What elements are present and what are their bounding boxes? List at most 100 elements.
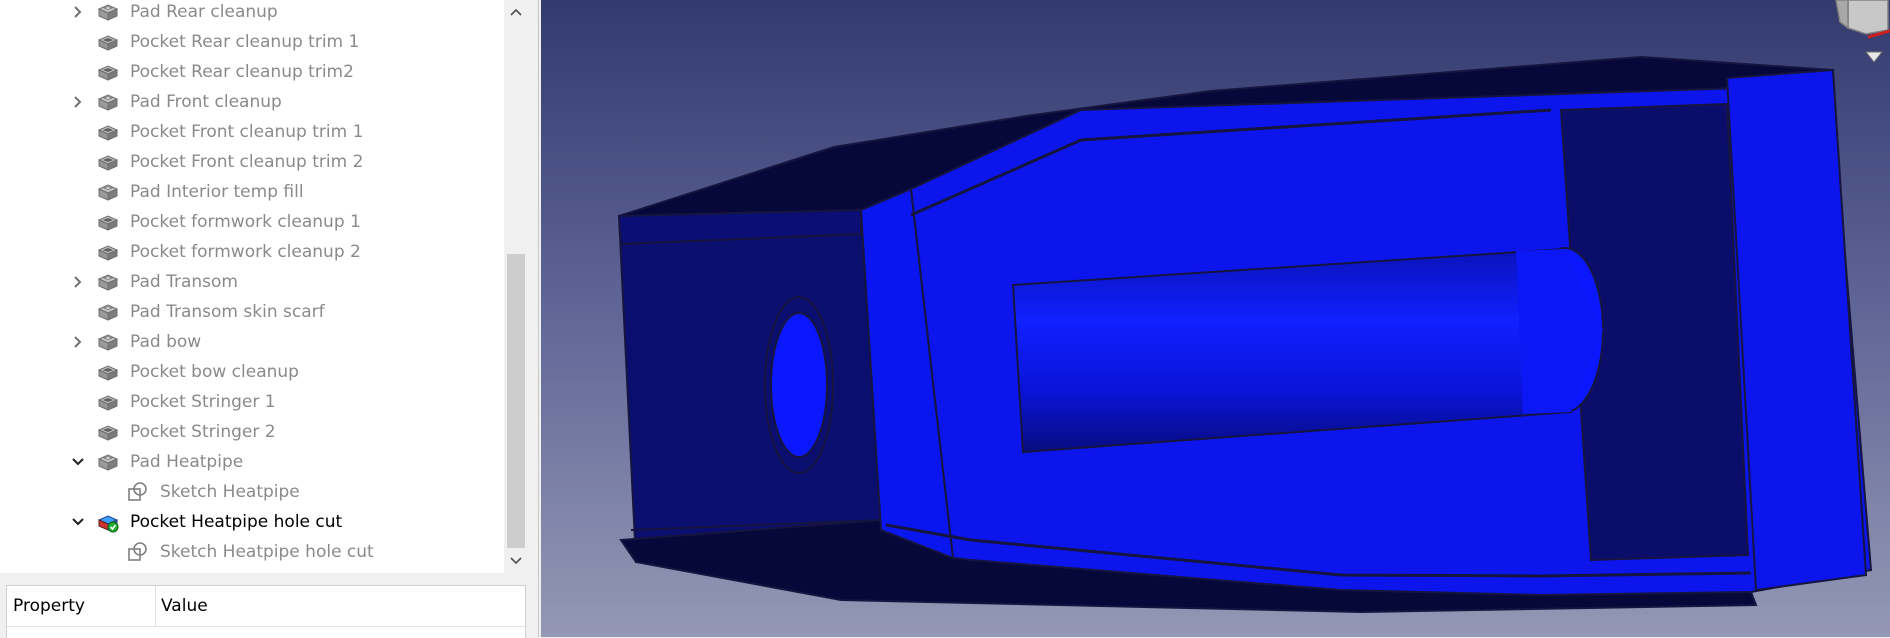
tree-item[interactable]: Sketch Heatpipe [0,477,504,507]
chevron-right-icon[interactable] [70,274,86,290]
tree-item-label: Pad Transom skin scarf [130,302,325,322]
tree-item[interactable]: Pocket Front cleanup trim 1 [0,117,504,147]
pad-icon [97,454,119,471]
navigation-cube[interactable] [1796,0,1890,70]
tree-expander[interactable] [70,94,86,110]
nav-cube-menu-icon [1864,51,1884,63]
chevron-down-icon [510,557,522,565]
3d-view[interactable] [541,0,1890,637]
chevron-down-icon[interactable] [70,514,86,530]
scroll-thumb[interactable] [507,254,525,548]
model-tree[interactable]: Pad Rear cleanup Pocket Rear cleanup trim… [0,0,504,573]
tree-item-label: Sketch Heatpipe hole cut [160,542,374,562]
tree-expander[interactable] [70,454,86,470]
property-table: Property Value [6,585,526,638]
tree-item-label: Pad Heatpipe [130,452,244,472]
pocket-icon [97,125,119,141]
tree-item-label: Pocket Stringer 2 [130,422,276,442]
tree-item-icon [126,480,150,504]
value-column-header[interactable]: Value [161,596,208,616]
tree-item-icon [96,270,120,294]
tree-item-label: Pocket formwork cleanup 1 [130,212,361,232]
model-hole-inner [770,312,828,458]
tree-item[interactable]: Pad Front cleanup [0,87,504,117]
tree-item[interactable]: Pocket formwork cleanup 1 [0,207,504,237]
tree-item-icon [96,510,120,534]
pocket-icon [97,425,119,441]
tree-item-icon [96,0,120,24]
tree-item[interactable]: Pocket formwork cleanup 2 [0,237,504,267]
tree-item-label: Pad Front cleanup [130,92,282,112]
scroll-down-button[interactable] [504,549,528,573]
tree-item[interactable]: Pad Heatpipe [0,447,504,477]
tree-item[interactable]: Pocket Heatpipe hole cut [0,507,504,537]
tree-expander[interactable] [70,334,86,350]
combo-view-panel: Pad Rear cleanup Pocket Rear cleanup trim… [0,0,539,638]
tree-item-icon [96,390,120,414]
tree-item-icon [96,150,120,174]
scroll-up-button[interactable] [504,0,528,24]
pad-icon [97,334,119,351]
tree-item-label: Sketch Heatpipe [160,482,300,502]
tree-item[interactable]: Pad Interior temp fill [0,177,504,207]
column-divider[interactable] [155,586,156,626]
pocket-icon [97,365,119,381]
pad-icon [97,184,119,201]
nav-cube-side-icon [1835,0,1849,30]
chevron-right-icon[interactable] [70,334,86,350]
tree-item-label: Pocket Front cleanup trim 1 [130,122,364,142]
chevron-down-icon[interactable] [70,454,86,470]
tree-item-label: Pocket Heatpipe hole cut [130,512,343,532]
model-rear-face [617,208,883,564]
tree-item[interactable]: Pocket Stringer 1 [0,387,504,417]
tree-item-label: Pad bow [130,332,202,352]
tree-item-icon [126,540,150,564]
tree-item-icon [96,120,120,144]
tree-item-label: Pocket Front cleanup trim 2 [130,152,364,172]
chevron-up-icon [510,8,522,16]
nav-cube-face-icon [1847,0,1889,35]
tree-item-icon [96,300,120,324]
tree-item[interactable]: Pad Rear cleanup [0,0,504,27]
chevron-right-icon[interactable] [70,4,86,20]
pad-icon [97,304,119,321]
3d-model-render [617,55,1873,614]
active-pocket-icon [97,515,119,533]
pocket-icon [97,65,119,81]
chevron-right-icon[interactable] [70,94,86,110]
tree-item[interactable]: Pocket Front cleanup trim 2 [0,147,504,177]
tree-item[interactable]: Pocket Rear cleanup trim2 [0,57,504,87]
property-table-header: Property Value [7,586,525,627]
tree-item-label: Pocket bow cleanup [130,362,299,382]
pocket-icon [97,245,119,261]
tree-item-icon [96,180,120,204]
tree-item-label: Pocket Rear cleanup trim2 [130,62,354,82]
tree-item-icon [96,210,120,234]
tree-item-label: Pocket formwork cleanup 2 [130,242,361,262]
tree-item-icon [96,330,120,354]
pad-icon [97,94,119,111]
tree-scrollbar[interactable] [504,0,528,573]
tree-item-icon [96,420,120,444]
tree-item-icon [96,450,120,474]
tree-expander[interactable] [70,514,86,530]
tree-item-icon [96,360,120,384]
tree-expander[interactable] [70,4,86,20]
sketch-icon [128,482,147,501]
tree-item[interactable]: Pocket bow cleanup [0,357,504,387]
tree-item[interactable]: Pocket Stringer 2 [0,417,504,447]
tree-item-label: Pad Interior temp fill [130,182,304,202]
tree-item[interactable]: Pocket Rear cleanup trim 1 [0,27,504,57]
pocket-icon [97,155,119,171]
tree-item-icon [96,30,120,54]
tree-item[interactable]: Pad bow [0,327,504,357]
pocket-icon [97,395,119,411]
tree-item-label: Pad Transom [130,272,238,292]
sketch-icon [128,542,147,561]
property-column-header[interactable]: Property [13,596,85,616]
tree-item[interactable]: Pad Transom [0,267,504,297]
tree-item[interactable]: Sketch Heatpipe hole cut [0,537,504,567]
tree-item-label: Pocket Stringer 1 [130,392,276,412]
tree-expander[interactable] [70,274,86,290]
tree-item[interactable]: Pad Transom skin scarf [0,297,504,327]
